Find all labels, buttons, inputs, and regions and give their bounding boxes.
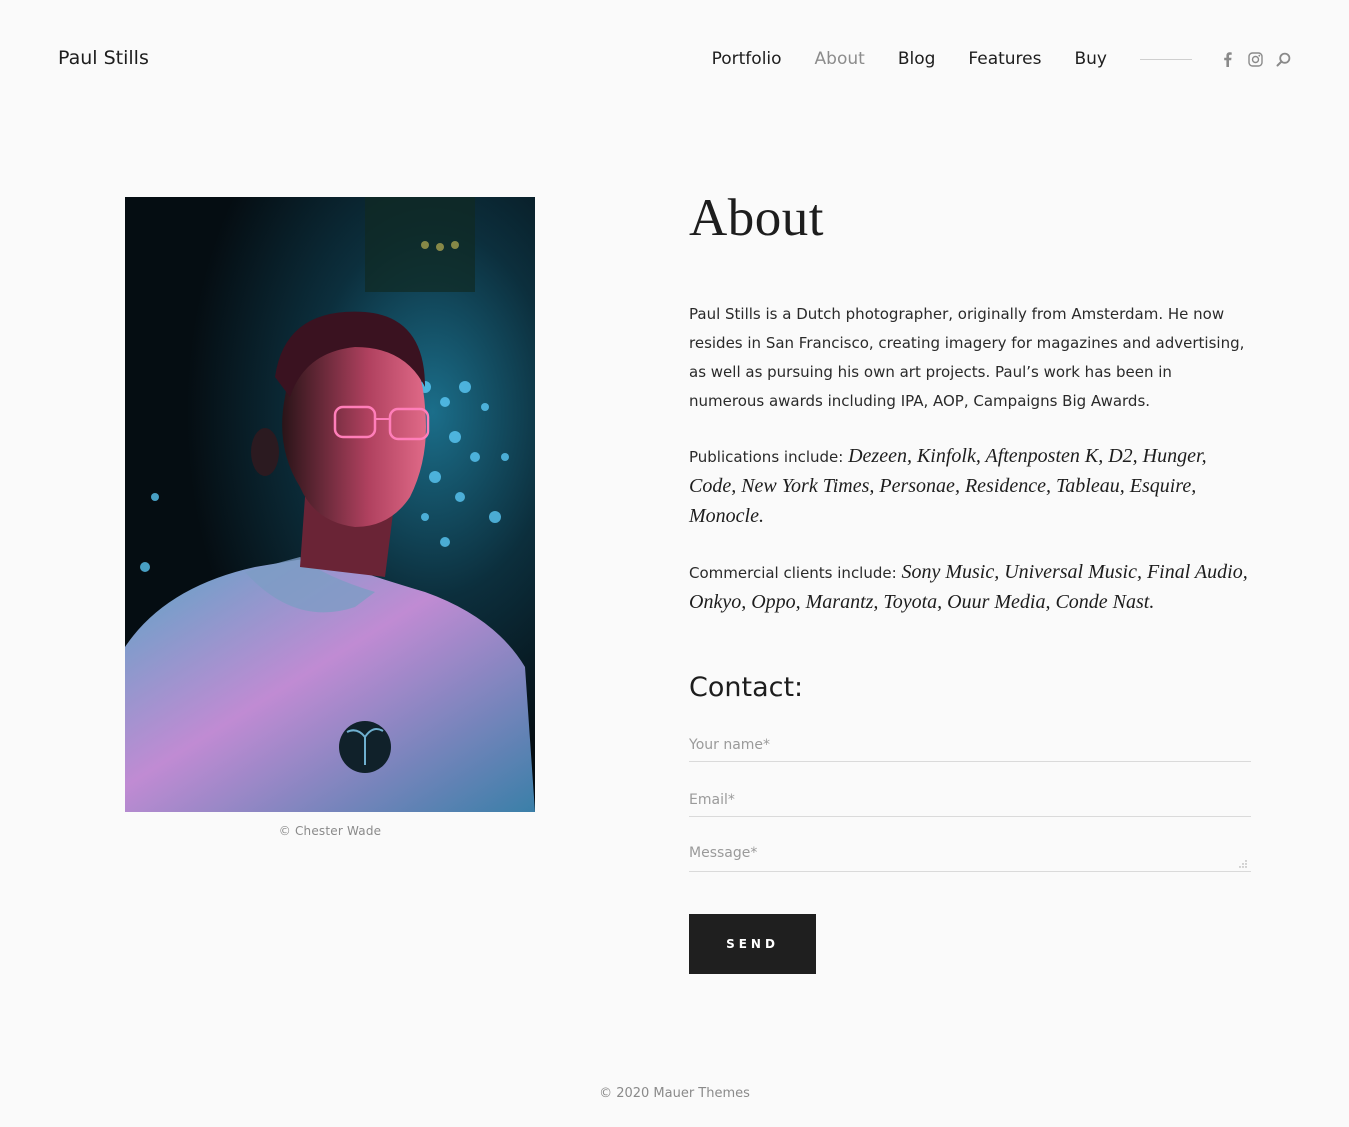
resize-handle-icon[interactable]	[1239, 860, 1247, 868]
nav-divider	[1140, 58, 1192, 60]
publications-paragraph: Publications include: Dezeen, Kinfolk, A…	[689, 442, 1251, 532]
nav-item-about[interactable]: About	[815, 46, 865, 72]
email-field-wrapper	[689, 762, 1251, 817]
name-field[interactable]	[689, 735, 1251, 755]
nav-item-blog[interactable]: Blog	[898, 46, 936, 72]
main-nav: Portfolio About Blog Features Buy	[712, 46, 1291, 72]
search-icon[interactable]	[1275, 51, 1291, 67]
facebook-icon[interactable]	[1219, 51, 1235, 67]
portrait-figure: © Chester Wade	[125, 197, 535, 838]
bio-paragraph: Paul Stills is a Dutch photographer, ori…	[689, 305, 1245, 410]
contact-title: Contact:	[689, 672, 804, 703]
page-title: About	[689, 189, 824, 247]
publications-label: Publications include:	[689, 448, 844, 466]
site-title[interactable]: Paul Stills	[58, 46, 149, 70]
nav-item-buy[interactable]: Buy	[1075, 46, 1108, 72]
message-field[interactable]	[689, 845, 1251, 865]
portrait-photo	[125, 197, 535, 812]
nav-item-features[interactable]: Features	[968, 46, 1041, 72]
nav-item-portfolio[interactable]: Portfolio	[712, 46, 782, 72]
photo-caption: © Chester Wade	[278, 824, 382, 838]
send-button[interactable]: SEND	[689, 914, 816, 974]
clients-paragraph: Commercial clients include: Sony Music, …	[689, 558, 1251, 618]
name-field-wrapper	[689, 706, 1251, 762]
instagram-icon[interactable]	[1247, 51, 1263, 67]
footer-copyright: © 2020 Mauer Themes	[599, 1086, 750, 1101]
contact-form: SEND	[689, 706, 1251, 974]
social-links	[1219, 51, 1291, 67]
clients-label: Commercial clients include:	[689, 564, 897, 582]
message-field-wrapper	[689, 817, 1251, 872]
email-field[interactable]	[689, 790, 1251, 810]
about-section: About Paul Stills is a Dutch photographe…	[689, 186, 1251, 974]
